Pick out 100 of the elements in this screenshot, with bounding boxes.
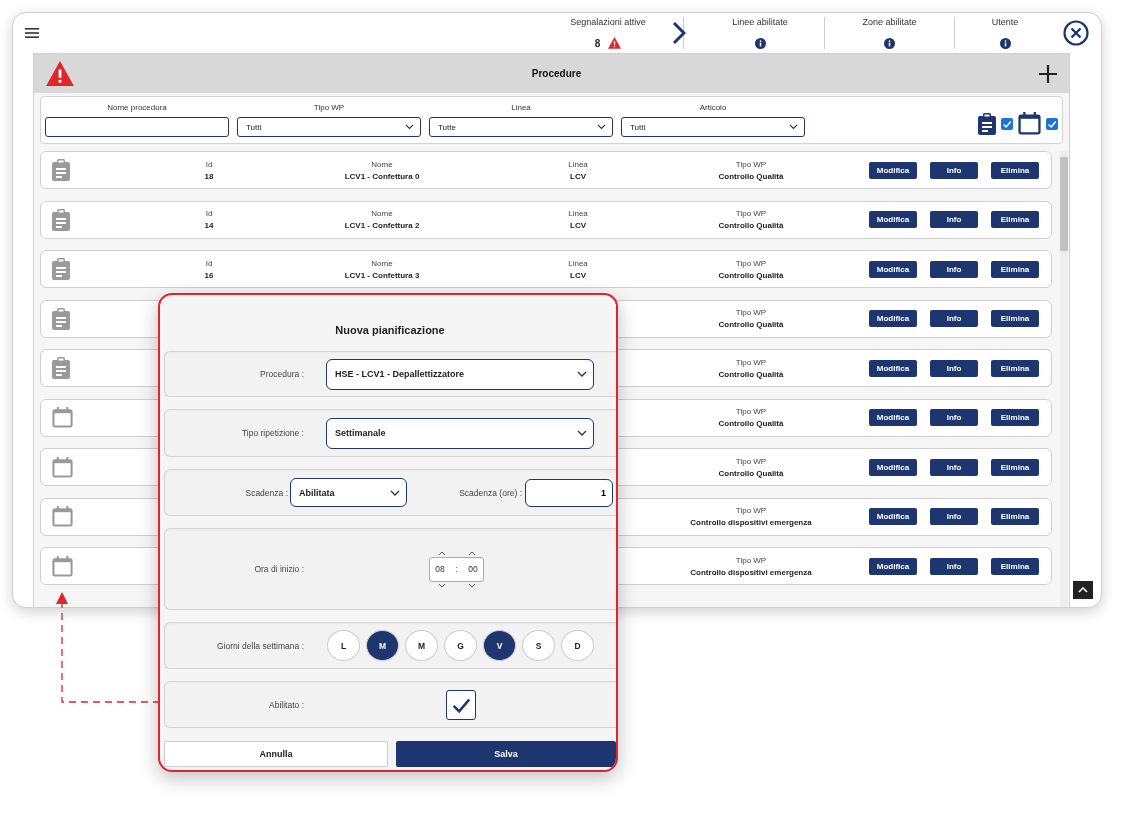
clipboard-icon bbox=[52, 357, 70, 379]
action-button[interactable]: Modifica bbox=[869, 557, 917, 575]
field-label: Nome bbox=[371, 159, 393, 169]
action-button[interactable]: Elimina bbox=[991, 211, 1039, 228]
check-icon bbox=[1047, 118, 1057, 129]
check-icon bbox=[1002, 118, 1012, 129]
menu-icon[interactable] bbox=[25, 28, 39, 38]
action-button[interactable]: Elimina bbox=[991, 508, 1039, 525]
day-toggle[interactable]: G bbox=[444, 630, 477, 661]
calendar-icon bbox=[52, 407, 73, 428]
checkbox[interactable] bbox=[446, 689, 476, 720]
time-field[interactable]: 08 : 00 bbox=[429, 556, 484, 582]
input-field[interactable]: 1 bbox=[525, 478, 613, 507]
clipboard-icon bbox=[52, 159, 70, 181]
action-button[interactable]: Modifica bbox=[869, 260, 917, 278]
action-button[interactable]: Modifica bbox=[869, 161, 917, 179]
action-button[interactable]: Modifica bbox=[869, 211, 917, 228]
chevron-up-icon[interactable] bbox=[467, 550, 476, 556]
action-button[interactable]: Info bbox=[930, 458, 978, 476]
select-field[interactable]: Tutte bbox=[429, 117, 613, 137]
select-field[interactable]: HSE - LCV1 - Depallettizzatore bbox=[326, 358, 594, 390]
day-toggle[interactable]: V bbox=[483, 630, 516, 661]
action-button[interactable]: Modifica bbox=[869, 458, 917, 476]
plus-icon[interactable] bbox=[1039, 64, 1057, 83]
day-toggle[interactable]: L bbox=[327, 630, 360, 661]
info-icon[interactable] bbox=[884, 38, 895, 49]
scrollbar-thumb[interactable] bbox=[1060, 157, 1068, 251]
field-label: Nome bbox=[371, 209, 393, 218]
chevron-down-icon[interactable] bbox=[437, 582, 446, 588]
action-button[interactable]: Modifica bbox=[869, 359, 917, 377]
clipboard-icon bbox=[52, 258, 70, 280]
day-toggle[interactable]: S bbox=[522, 630, 555, 661]
info-icon[interactable] bbox=[999, 38, 1011, 49]
select-field[interactable]: Tutti bbox=[237, 117, 421, 137]
action-button[interactable]: Info bbox=[930, 260, 978, 278]
stat-label: Utente bbox=[991, 17, 1019, 27]
caret-icon bbox=[577, 371, 587, 377]
field-label: Id bbox=[205, 209, 213, 218]
scroll-top-button[interactable] bbox=[1073, 581, 1093, 599]
select-field[interactable]: Settimanale bbox=[326, 417, 594, 449]
chevron-up-icon[interactable] bbox=[437, 550, 446, 556]
field-value: Controllo dispositivi emergenza bbox=[690, 567, 812, 577]
checkbox[interactable] bbox=[1001, 117, 1013, 130]
action-button[interactable]: Info bbox=[930, 508, 978, 525]
action-button[interactable]: Elimina bbox=[991, 458, 1039, 476]
day-toggle[interactable]: D bbox=[561, 630, 594, 661]
action-button[interactable]: Info bbox=[930, 161, 978, 179]
field-value: 14 bbox=[204, 221, 214, 230]
input-field[interactable] bbox=[45, 117, 229, 137]
action-button[interactable]: Info bbox=[930, 557, 978, 575]
field-label: Linea bbox=[568, 209, 588, 218]
day-toggle[interactable]: M bbox=[366, 630, 399, 661]
cancel-button[interactable]: Annulla bbox=[164, 741, 388, 767]
close-icon[interactable] bbox=[1063, 20, 1089, 46]
field-label: Tipo WP bbox=[735, 506, 767, 515]
action-button[interactable]: Elimina bbox=[991, 260, 1039, 278]
panel-title: Procedure bbox=[531, 68, 582, 79]
action-button[interactable]: Modifica bbox=[869, 310, 917, 327]
field-value: Controllo Qualità bbox=[718, 221, 784, 230]
caret-icon bbox=[577, 430, 587, 436]
action-button[interactable]: Info bbox=[930, 409, 978, 426]
action-button[interactable]: Elimina bbox=[991, 310, 1039, 327]
field-value: LCV1 - Confettura 2 bbox=[344, 221, 420, 230]
select-field[interactable]: Tutti bbox=[621, 117, 805, 137]
action-button[interactable]: Info bbox=[930, 211, 978, 228]
action-button[interactable]: Info bbox=[930, 359, 978, 377]
chevron-down-icon[interactable] bbox=[467, 582, 476, 588]
action-button[interactable]: Info bbox=[930, 310, 978, 327]
stat-label: Linee abilitate bbox=[732, 17, 788, 27]
action-button[interactable]: Elimina bbox=[991, 359, 1039, 377]
caret-icon bbox=[405, 124, 414, 130]
action-button[interactable]: Elimina bbox=[991, 409, 1039, 426]
field-value: 18 bbox=[204, 171, 214, 181]
caret-icon bbox=[597, 124, 606, 130]
field-label: Id bbox=[205, 258, 213, 268]
field-label: Scadenza (ore) : bbox=[458, 487, 522, 498]
calendar-icon bbox=[52, 555, 73, 577]
field-label: Id bbox=[205, 159, 213, 169]
field-value: Controllo Qualità bbox=[718, 369, 784, 379]
clipboard-icon bbox=[52, 208, 70, 231]
field-label: Tipo WP bbox=[735, 159, 767, 169]
select-field[interactable]: Abilitata bbox=[290, 478, 407, 507]
save-button[interactable]: Salva bbox=[396, 741, 616, 767]
day-toggle[interactable]: M bbox=[405, 630, 438, 661]
action-button[interactable]: Elimina bbox=[991, 557, 1039, 575]
field-label: Tipo WP bbox=[735, 258, 767, 268]
chevron-right-icon[interactable] bbox=[672, 21, 686, 45]
checkbox[interactable] bbox=[1046, 117, 1058, 130]
caret-icon bbox=[390, 489, 400, 496]
alert-count: 8 bbox=[594, 37, 601, 49]
action-button[interactable]: Elimina bbox=[991, 161, 1039, 179]
field-value: Controllo Qualità bbox=[718, 468, 784, 478]
caret-icon bbox=[789, 124, 798, 130]
action-button[interactable]: Modifica bbox=[869, 508, 917, 525]
field-label: Ora di inizio : bbox=[253, 564, 304, 574]
info-icon[interactable] bbox=[754, 38, 766, 49]
field-label: Tipo WP bbox=[735, 407, 767, 416]
action-button[interactable]: Modifica bbox=[869, 409, 917, 426]
scrollbar[interactable] bbox=[1060, 151, 1068, 607]
warning-icon bbox=[46, 60, 74, 87]
